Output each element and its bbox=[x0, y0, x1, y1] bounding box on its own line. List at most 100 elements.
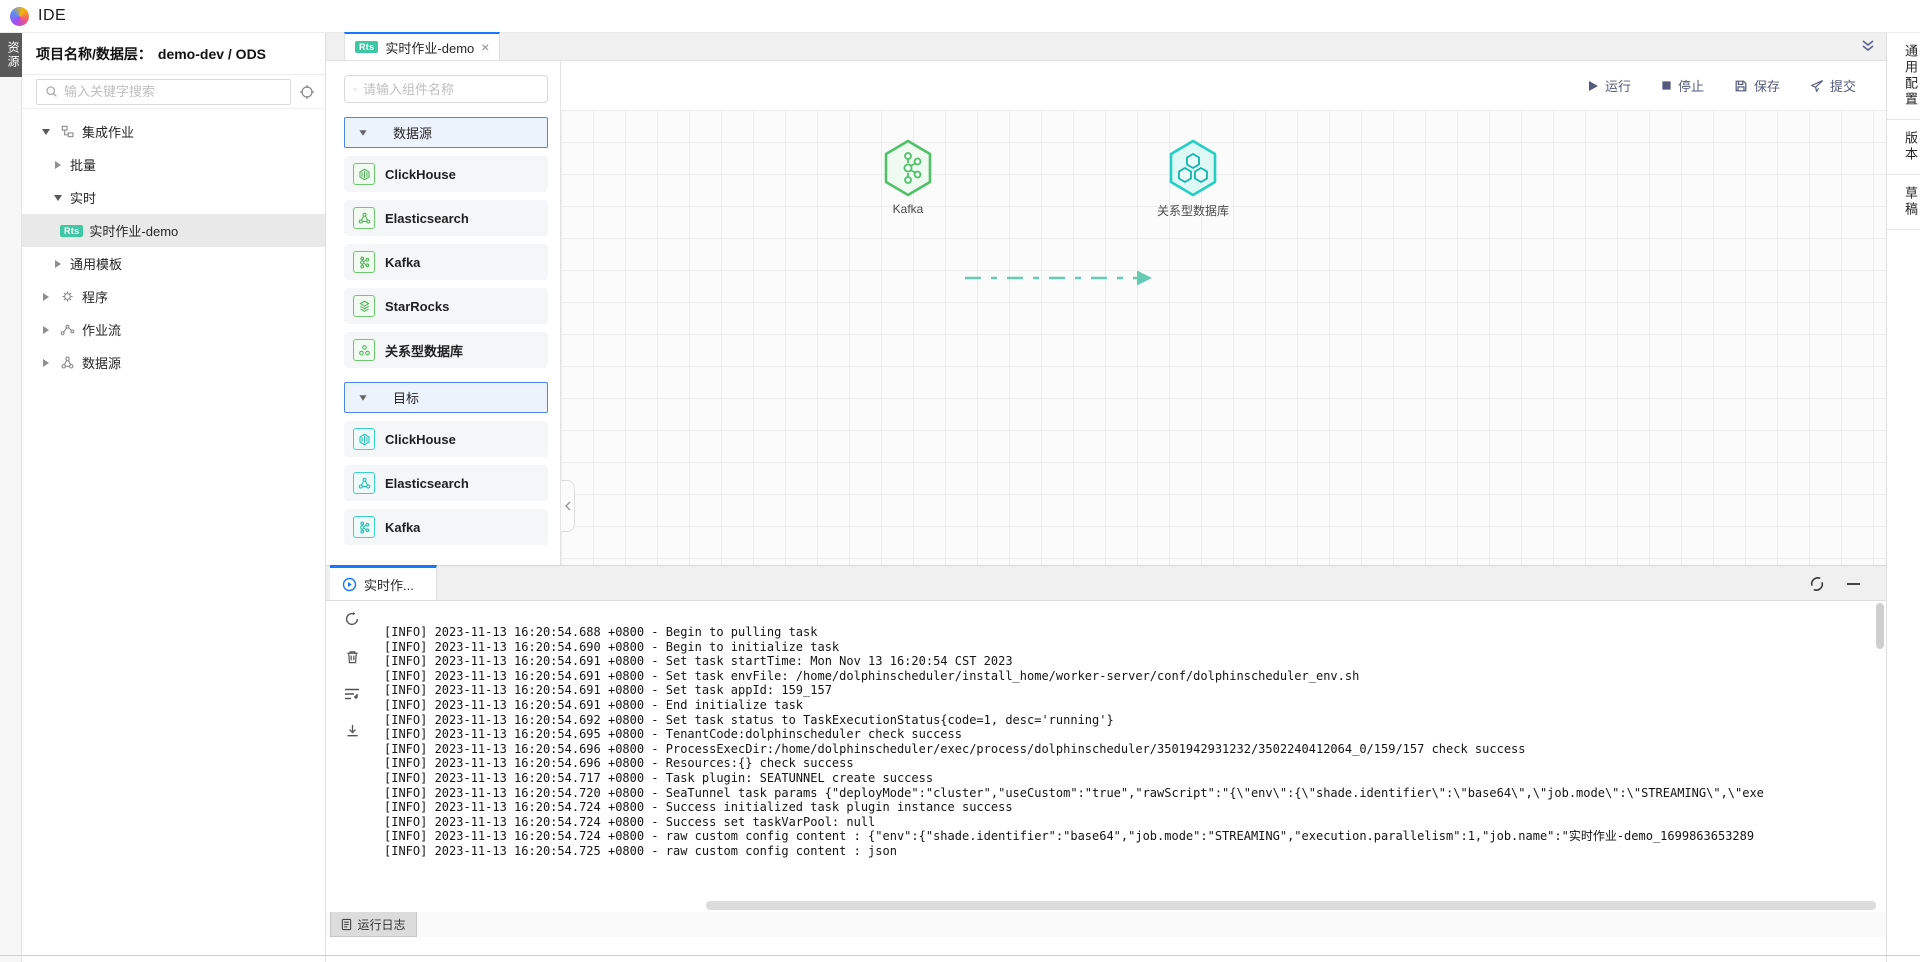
caret-right-icon bbox=[55, 161, 61, 169]
palette-search-input[interactable] bbox=[363, 82, 539, 97]
log-toolbar bbox=[326, 611, 378, 738]
log-header-actions bbox=[1809, 566, 1860, 601]
editor-tab-title: 实时作业-demo bbox=[385, 38, 474, 57]
explorer-panel: 项目名称/数据层： demo-dev / ODS 集成作业 bbox=[22, 33, 326, 962]
component-palette: 数据源 ClickHouse Elasticsearch bbox=[326, 61, 561, 565]
project-header: 项目名称/数据层： demo-dev / ODS bbox=[22, 33, 325, 75]
starrocks-icon bbox=[353, 295, 375, 317]
stop-label: 停止 bbox=[1678, 76, 1704, 95]
tree-item-realtime-job-demo[interactable]: Rts 实时作业-demo bbox=[22, 214, 325, 247]
tree-item-integration-jobs[interactable]: 集成作业 bbox=[22, 115, 325, 148]
tree-item-common-templates[interactable]: 通用模板 bbox=[22, 247, 325, 280]
palette-item-kafka-source[interactable]: Kafka bbox=[344, 244, 548, 280]
tree-item-realtime[interactable]: 实时 bbox=[22, 181, 325, 214]
log-output[interactable]: [INFO] 2023-11-13 16:20:54.688 +0800 - B… bbox=[384, 625, 1872, 898]
explorer-search-box[interactable] bbox=[36, 79, 291, 105]
palette-item-clickhouse-source[interactable]: ClickHouse bbox=[344, 156, 548, 192]
app-logo-icon bbox=[10, 7, 29, 26]
main-region: Rts 实时作业-demo × 数据源 bbox=[326, 33, 1886, 962]
app-title-bar: IDE bbox=[0, 0, 1920, 33]
rail-tab-resources[interactable]: 资源 bbox=[0, 33, 22, 77]
explorer-search-input[interactable] bbox=[64, 84, 282, 99]
stop-button[interactable]: 停止 bbox=[1661, 76, 1704, 95]
app-title: IDE bbox=[38, 7, 66, 25]
search-icon bbox=[353, 83, 357, 96]
caret-down-icon bbox=[42, 129, 50, 135]
datasource-icon bbox=[58, 355, 76, 370]
log-vertical-scrollbar[interactable] bbox=[1876, 603, 1884, 649]
editor-tab-realtime-job-demo[interactable]: Rts 实时作业-demo × bbox=[344, 32, 500, 60]
flow-canvas[interactable]: Kafka 关系型数据库 bbox=[561, 110, 1886, 565]
palette-item-elasticsearch-source[interactable]: Elasticsearch bbox=[344, 200, 548, 236]
wrap-lines-icon[interactable] bbox=[344, 687, 360, 701]
node-kafka-source[interactable]: Kafka bbox=[848, 138, 968, 216]
right-rail: 通用配置 版本 草稿 bbox=[1886, 33, 1920, 962]
log-horizontal-scrollbar[interactable] bbox=[706, 901, 1876, 910]
caret-down-icon bbox=[359, 395, 366, 400]
palette-item-elasticsearch-target[interactable]: Elasticsearch bbox=[344, 465, 548, 501]
caret-right-icon bbox=[43, 293, 49, 301]
palette-item-label: ClickHouse bbox=[385, 167, 456, 182]
run-log-tab[interactable]: 运行日志 bbox=[330, 912, 417, 937]
palette-item-clickhouse-target[interactable]: ClickHouse bbox=[344, 421, 548, 457]
palette-item-kafka-target[interactable]: Kafka bbox=[344, 509, 548, 545]
caret-right-icon bbox=[55, 260, 61, 268]
bottom-tab-strip: 运行日志 bbox=[326, 912, 1886, 937]
run-button[interactable]: 运行 bbox=[1587, 76, 1631, 95]
search-icon bbox=[45, 85, 58, 98]
palette-section-target[interactable]: 目标 bbox=[344, 382, 548, 413]
explorer-search-row bbox=[22, 75, 325, 109]
tree-item-workflows[interactable]: 作业流 bbox=[22, 313, 325, 346]
save-label: 保存 bbox=[1754, 76, 1780, 95]
page-bottom-divider bbox=[0, 955, 1920, 956]
node-label: Kafka bbox=[893, 202, 924, 216]
tree-item-batch[interactable]: 批量 bbox=[22, 148, 325, 181]
download-log-icon[interactable] bbox=[345, 723, 360, 738]
refresh-icon[interactable] bbox=[344, 611, 360, 627]
elasticsearch-icon bbox=[353, 472, 375, 494]
collapse-panels-icon[interactable] bbox=[1860, 38, 1876, 54]
palette-item-rdbms-source[interactable]: 关系型数据库 bbox=[344, 332, 548, 368]
elasticsearch-icon bbox=[353, 207, 375, 229]
gear-icon bbox=[58, 289, 76, 304]
palette-item-label: Kafka bbox=[385, 520, 420, 535]
caret-right-icon bbox=[43, 359, 49, 367]
close-icon[interactable]: × bbox=[481, 39, 489, 55]
tree-label: 数据源 bbox=[82, 353, 121, 372]
kafka-icon bbox=[353, 251, 375, 273]
palette-item-label: 关系型数据库 bbox=[385, 341, 463, 360]
clickhouse-icon bbox=[353, 163, 375, 185]
locate-icon[interactable] bbox=[299, 84, 315, 100]
node-rdbms-target[interactable]: 关系型数据库 bbox=[1133, 138, 1253, 219]
rail-tab-draft[interactable]: 草稿 bbox=[1887, 175, 1920, 230]
job-toolbar: 运行 停止 保存 提交 bbox=[561, 61, 1886, 110]
palette-item-label: Elasticsearch bbox=[385, 211, 469, 226]
caret-right-icon bbox=[43, 326, 49, 334]
play-icon bbox=[1587, 80, 1599, 92]
clear-log-icon[interactable] bbox=[345, 649, 360, 665]
palette-collapse-handle[interactable] bbox=[561, 480, 575, 532]
palette-item-starrocks-source[interactable]: StarRocks bbox=[344, 288, 548, 324]
tree-label: 通用模板 bbox=[70, 254, 122, 273]
tree-item-programs[interactable]: 程序 bbox=[22, 280, 325, 313]
save-button[interactable]: 保存 bbox=[1734, 76, 1780, 95]
tree-item-datasources[interactable]: 数据源 bbox=[22, 346, 325, 379]
sync-icon[interactable] bbox=[1809, 576, 1825, 592]
relational-db-icon bbox=[353, 339, 375, 361]
rail-tab-version[interactable]: 版本 bbox=[1887, 120, 1920, 175]
kafka-node-icon bbox=[882, 138, 934, 198]
tree-label: 集成作业 bbox=[82, 122, 134, 141]
submit-button[interactable]: 提交 bbox=[1810, 76, 1856, 95]
minimize-panel-icon[interactable] bbox=[1847, 583, 1860, 585]
editor-tab-bar: Rts 实时作业-demo × bbox=[326, 33, 1886, 61]
log-tab-realtime-job[interactable]: 实时作... bbox=[330, 565, 437, 600]
document-icon bbox=[341, 918, 352, 931]
palette-search-box[interactable] bbox=[344, 75, 548, 103]
palette-section-source[interactable]: 数据源 bbox=[344, 117, 548, 148]
save-icon bbox=[1734, 79, 1748, 93]
log-body: [INFO] 2023-11-13 16:20:54.688 +0800 - B… bbox=[326, 601, 1886, 912]
tree-label: 作业流 bbox=[82, 320, 121, 339]
palette-item-label: Kafka bbox=[385, 255, 420, 270]
workflow-icon bbox=[58, 322, 76, 337]
rail-tab-general-config[interactable]: 通用配置 bbox=[1887, 33, 1920, 120]
